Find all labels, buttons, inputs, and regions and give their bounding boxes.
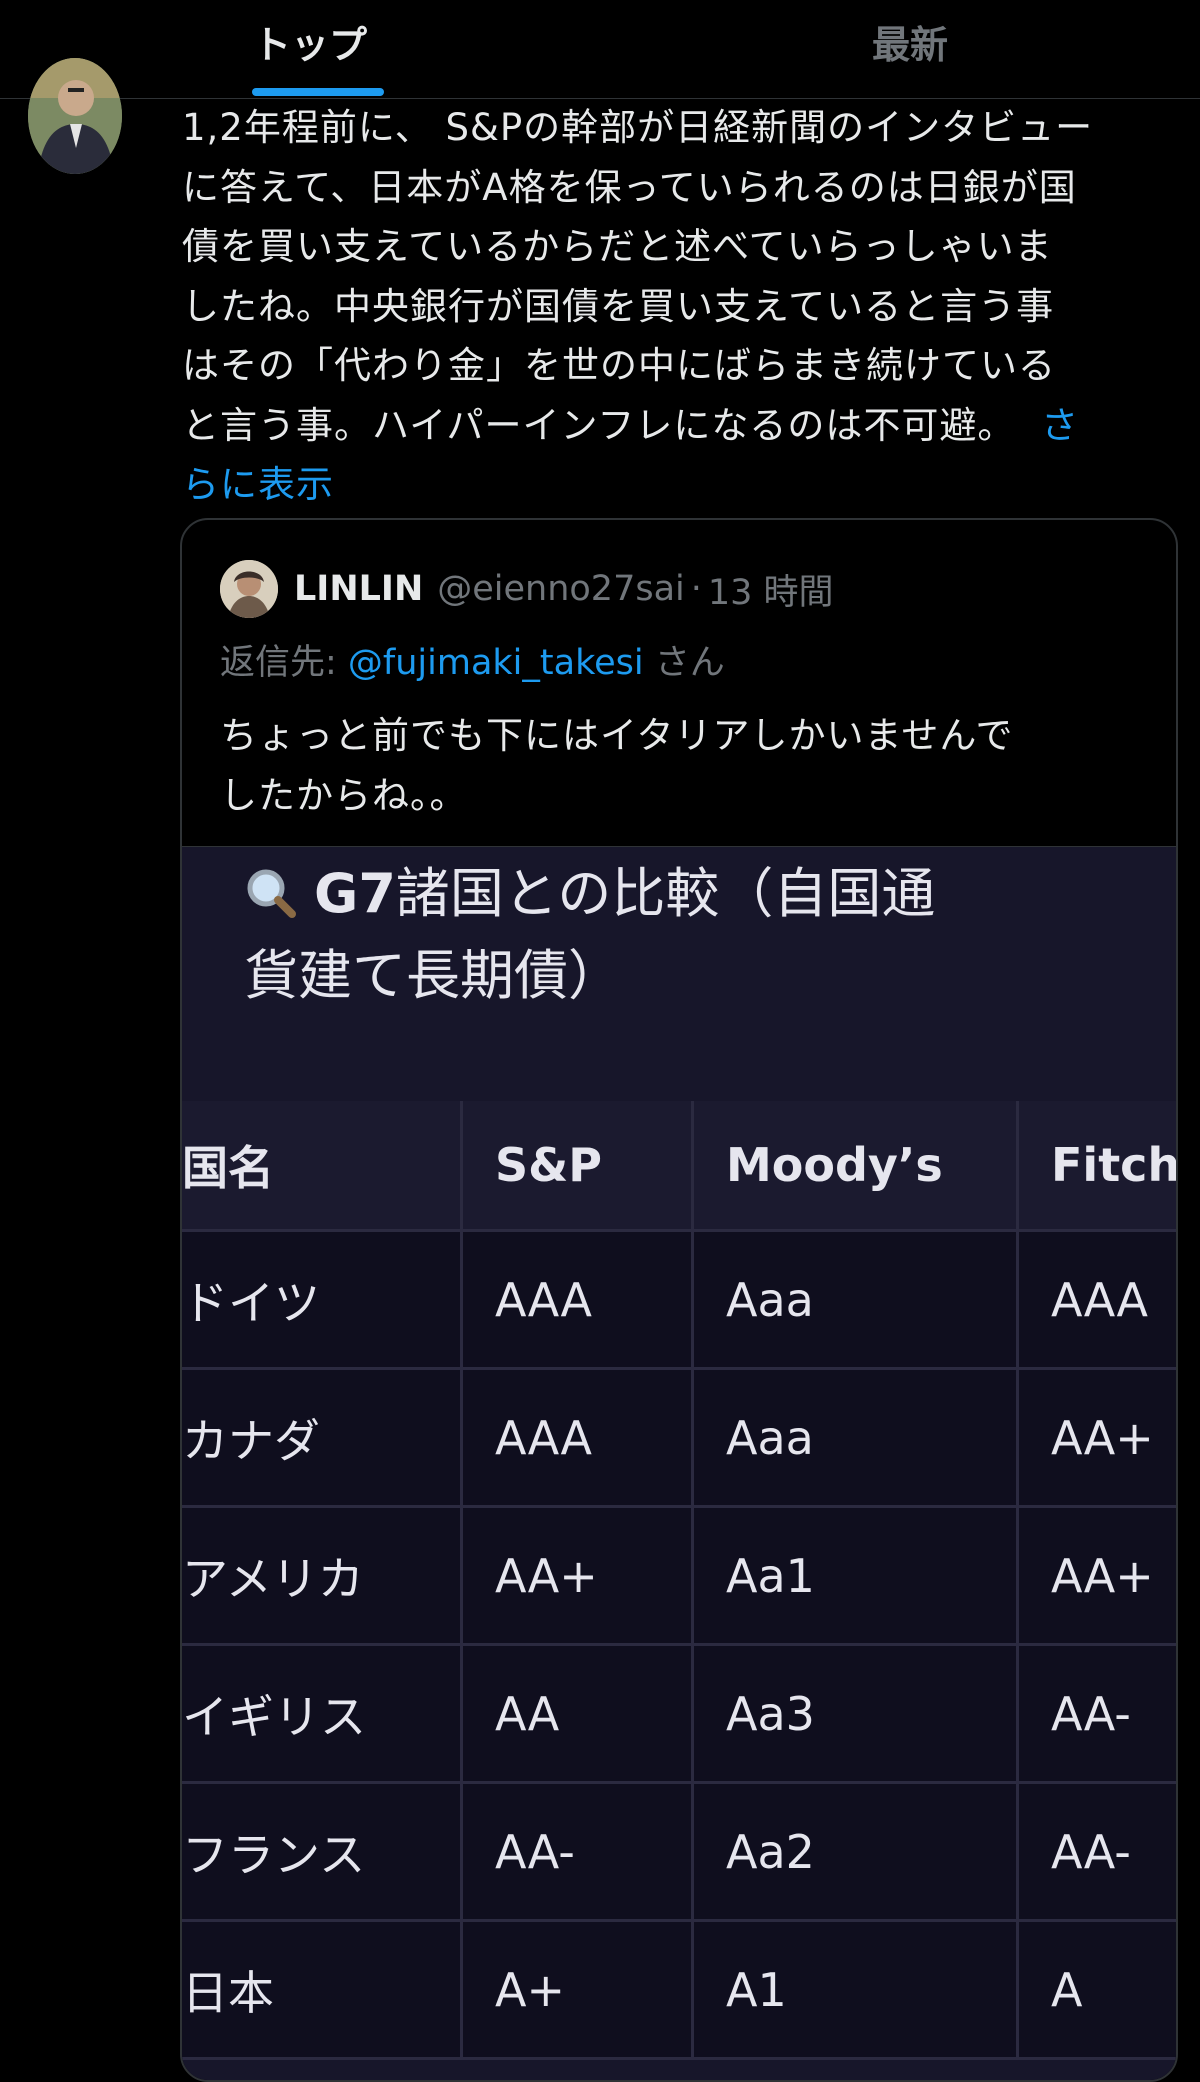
- timeline-tabbar: トップ 最新: [0, 0, 1200, 99]
- cell-moodys: Aa3: [694, 1646, 1019, 1781]
- reply-suffix: さん: [643, 643, 725, 683]
- table-row: ドイツ AAA Aaa AAA: [182, 1232, 1176, 1370]
- column-header-moodys: Moody’s: [694, 1101, 1019, 1229]
- cell-sp: AA+: [463, 1508, 694, 1643]
- table-row: イギリス AA Aa3 AA-: [182, 1646, 1176, 1784]
- cell-sp: A+: [463, 1922, 694, 2057]
- image-title-line: G7諸国との比較（自国通: [244, 853, 1144, 935]
- tweet-line: 1,2年程前に、 S&Pの幹部が日経新聞のインタビュー: [182, 106, 1094, 149]
- quote-author-name[interactable]: LINLIN: [294, 569, 423, 609]
- table-row: 日本 A+ A1 A: [182, 1922, 1176, 2060]
- header-separator: ·: [690, 569, 702, 609]
- show-more-link[interactable]: さ: [1041, 404, 1079, 447]
- tweet-line: に答えて、日本がA格を保っていられるのは日銀が国: [182, 165, 1077, 209]
- quote-text-line: したからね。。: [220, 774, 468, 817]
- cell-sp: AAA: [463, 1370, 694, 1505]
- quote-text-line: ちょっと前でも下にはイタリアしかいませんで: [220, 714, 1014, 757]
- tweet-text: 1,2年程前に、 S&Pの幹部が日経新聞のインタビュー に答えて、日本がA格を保…: [182, 98, 1182, 515]
- tab-top[interactable]: トップ: [190, 0, 430, 98]
- column-header-fitch: Fitch: [1051, 1138, 1178, 1192]
- tab-latest[interactable]: 最新: [790, 0, 1030, 98]
- tweet-line: 債を買い支えているからだと述べていらっしゃいま: [182, 225, 1053, 268]
- cell-moodys: Aa2: [694, 1784, 1019, 1919]
- reply-mention-link[interactable]: @fujimaki_takesi: [348, 643, 644, 683]
- active-tab-indicator: [252, 88, 384, 96]
- cell-fitch: AAA: [1051, 1272, 1148, 1327]
- table-header-row: 国名 S&P Moody’s Fitch: [182, 1101, 1178, 1232]
- table-row: フランス AA- Aa2 AA-: [182, 1784, 1176, 1922]
- quote-timestamp[interactable]: 13 時間: [708, 564, 834, 615]
- quote-author-avatar: [220, 560, 278, 618]
- column-header-country: 国名: [182, 1101, 463, 1229]
- show-more-link-continued[interactable]: らに表示: [182, 455, 1182, 515]
- cell-sp: AAA: [463, 1232, 694, 1367]
- magnifier-icon: [244, 859, 296, 918]
- quote-author-handle[interactable]: @eienno27sai: [437, 569, 685, 609]
- image-title-rest: 諸国との比較（自国通: [395, 862, 936, 925]
- cell-fitch: AA-: [1051, 1824, 1131, 1879]
- cell-sp: AA-: [463, 1784, 694, 1919]
- tweet-line-text: と言う事。ハイパーインフレになるのは不可避。: [182, 403, 1016, 447]
- image-title-bold: G7: [314, 862, 396, 925]
- cell-fitch: AA+: [1051, 1548, 1154, 1603]
- cell-moodys: Aaa: [694, 1370, 1019, 1505]
- quote-header: LINLIN @eienno27sai · 13 時間: [220, 558, 834, 620]
- cell-country: 日本: [182, 1922, 463, 2057]
- cell-country: フランス: [182, 1784, 463, 1919]
- tweet-line: したね。中央銀行が国債を買い支えていると言う事: [182, 284, 1055, 328]
- table-row: カナダ AAA Aaa AA+: [182, 1370, 1176, 1508]
- cell-fitch: A: [1051, 1962, 1083, 2017]
- image-title: G7諸国との比較（自国通 貨建て長期債）: [244, 853, 1144, 1017]
- reply-prefix: 返信先:: [220, 643, 348, 683]
- quote-attached-image[interactable]: G7諸国との比較（自国通 貨建て長期債） 国名 S&P Moody’s Fitc…: [182, 846, 1176, 2080]
- cell-fitch: AA-: [1051, 1686, 1131, 1741]
- tweet-line: と言う事。ハイパーインフレになるのは不可避。 さ: [182, 396, 1182, 456]
- cell-moodys: Aaa: [694, 1232, 1019, 1367]
- cell-moodys: Aa1: [694, 1508, 1019, 1643]
- cell-moodys: A1: [694, 1922, 1019, 2057]
- quoted-tweet-card[interactable]: LINLIN @eienno27sai · 13 時間 返信先: @fujima…: [180, 518, 1178, 2082]
- cell-country: イギリス: [182, 1646, 463, 1781]
- reply-to-line: 返信先: @fujimaki_takesi さん: [220, 634, 725, 685]
- cell-country: カナダ: [182, 1370, 463, 1505]
- cell-country: アメリカ: [182, 1508, 463, 1643]
- cell-sp: AA: [463, 1646, 694, 1781]
- cell-fitch: AA+: [1051, 1410, 1154, 1465]
- tweet-line: はその「代わり金」を世の中にばらまき続けている: [182, 344, 1056, 387]
- cell-country: ドイツ: [182, 1232, 463, 1367]
- quote-text: ちょっと前でも下にはイタリアしかいませんで したからね。。: [220, 706, 1140, 826]
- column-header-sp: S&P: [463, 1101, 694, 1229]
- image-title-line: 貨建て長期債）: [244, 944, 622, 1007]
- author-avatar[interactable]: [28, 58, 122, 174]
- table-row: アメリカ AA+ Aa1 AA+: [182, 1508, 1176, 1646]
- rating-table: 国名 S&P Moody’s Fitch ドイツ AAA Aaa AAA カナダ…: [182, 1101, 1176, 2060]
